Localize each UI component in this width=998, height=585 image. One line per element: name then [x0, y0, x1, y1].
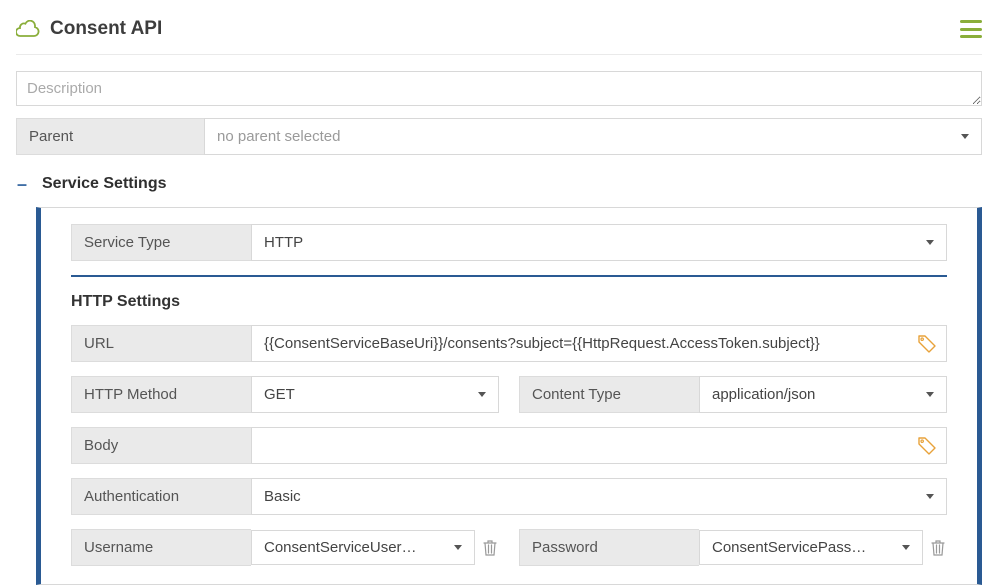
username-label: Username: [71, 529, 251, 566]
parent-select[interactable]: no parent selected: [204, 118, 982, 155]
chevron-down-icon: [926, 240, 934, 245]
password-select[interactable]: ConsentServicePass…: [699, 530, 923, 565]
section-title: Service Settings: [42, 175, 167, 193]
http-method-value: GET: [264, 386, 295, 403]
parent-label: Parent: [16, 118, 204, 155]
page-header: Consent API: [16, 18, 982, 55]
service-settings-panel: Service Type HTTP HTTP Settings URL HTTP: [36, 207, 982, 585]
auth-label: Authentication: [71, 478, 251, 515]
service-type-select[interactable]: HTTP: [251, 224, 947, 261]
trash-icon[interactable]: [931, 539, 947, 557]
password-label: Password: [519, 529, 699, 566]
body-label: Body: [71, 427, 251, 464]
url-input-wrap: [251, 325, 947, 362]
description-input[interactable]: [16, 71, 982, 106]
url-input[interactable]: [252, 327, 908, 360]
content-type-value: application/json: [712, 386, 815, 403]
content-type-select[interactable]: application/json: [699, 376, 947, 413]
tag-icon[interactable]: [918, 335, 936, 353]
hamburger-menu-icon[interactable]: [960, 20, 982, 38]
auth-select[interactable]: Basic: [251, 478, 947, 515]
username-value: ConsentServiceUser…: [264, 539, 417, 556]
section-divider: [71, 275, 947, 277]
chevron-down-icon: [902, 545, 910, 550]
chevron-down-icon: [478, 392, 486, 397]
trash-icon[interactable]: [483, 539, 499, 557]
page-title: Consent API: [50, 18, 162, 40]
chevron-down-icon: [926, 392, 934, 397]
parent-select-value: no parent selected: [217, 128, 340, 145]
chevron-down-icon: [454, 545, 462, 550]
username-select[interactable]: ConsentServiceUser…: [251, 530, 475, 565]
body-input-wrap: [251, 427, 947, 464]
auth-value: Basic: [264, 488, 301, 505]
url-label: URL: [71, 325, 251, 362]
service-type-label: Service Type: [71, 224, 251, 261]
http-method-label: HTTP Method: [71, 376, 251, 413]
service-type-value: HTTP: [264, 234, 303, 251]
http-settings-title: HTTP Settings: [71, 293, 947, 311]
collapse-toggle-icon[interactable]: –: [16, 175, 28, 193]
chevron-down-icon: [961, 134, 969, 139]
password-value: ConsentServicePass…: [712, 539, 866, 556]
cloud-icon: [16, 20, 40, 38]
tag-icon[interactable]: [918, 437, 936, 455]
body-input[interactable]: [252, 429, 908, 462]
chevron-down-icon: [926, 494, 934, 499]
content-type-label: Content Type: [519, 376, 699, 413]
http-method-select[interactable]: GET: [251, 376, 499, 413]
